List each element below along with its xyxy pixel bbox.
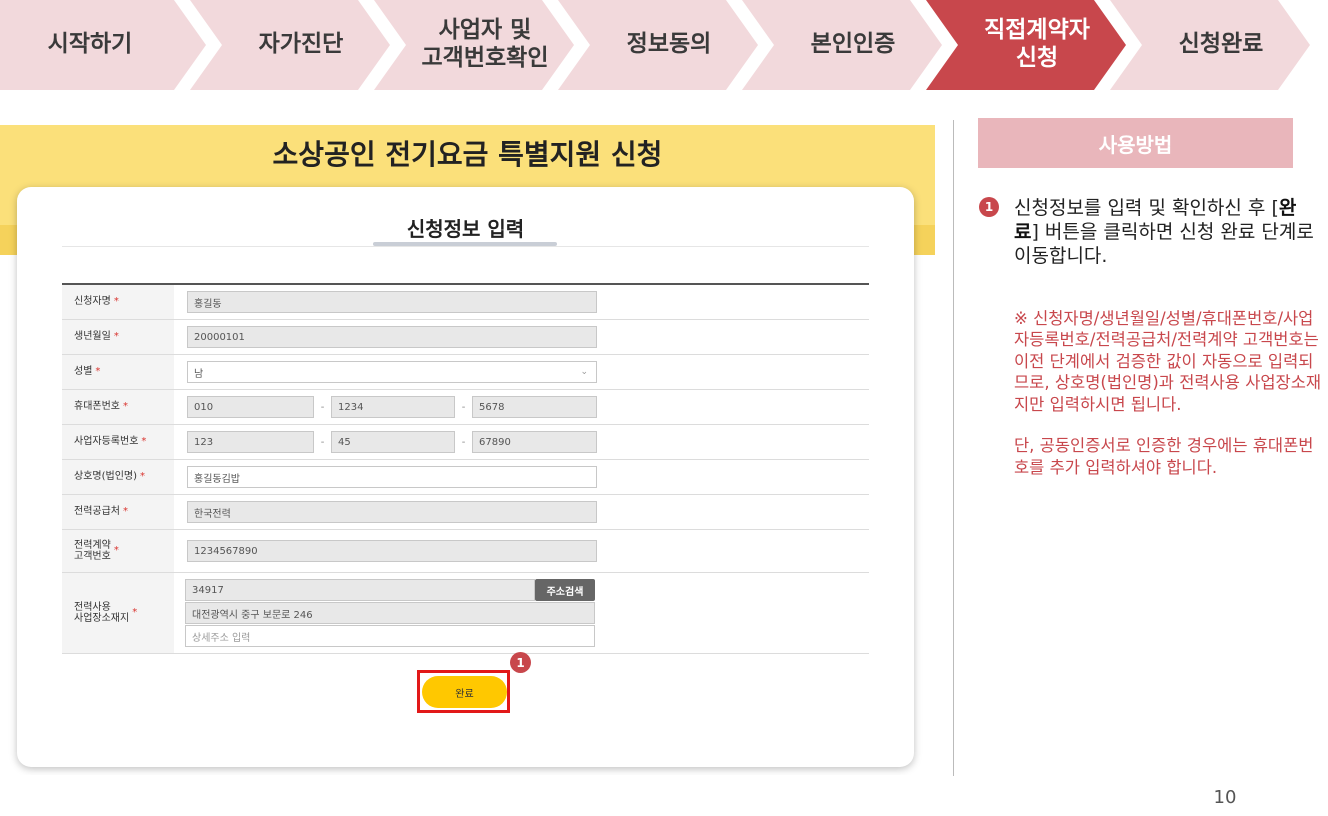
required-mark: * xyxy=(123,401,128,413)
form-row-birth-date: 생년월일 * 20000101 xyxy=(62,320,869,355)
business-reg-label: 사업자등록번호 xyxy=(74,436,139,448)
form-row-applicant-name: 신청자명 * 홍길동 xyxy=(62,285,869,320)
address-search-button[interactable]: 주소검색 xyxy=(535,579,595,601)
separator-dash: - xyxy=(320,436,325,448)
form-row-phone: 휴대폰번호 * 010 - 1234 - 5678 xyxy=(62,390,869,425)
applicant-name-label: 신청자명 xyxy=(74,296,111,308)
application-form: 신청자명 * 홍길동 생년월일 * 20000101 성별 * 남 ⌄ 휴대폰번… xyxy=(62,283,869,654)
birth-date-field[interactable]: 20000101 xyxy=(187,326,597,348)
business-reg-field-3[interactable]: 67890 xyxy=(472,431,597,453)
detail-address-input[interactable]: 상세주소 입력 xyxy=(185,625,595,647)
required-mark: * xyxy=(141,436,147,448)
step-business-check: 사업자 및 고객번호확인 xyxy=(374,0,574,90)
phone-label: 휴대폰번호 xyxy=(74,401,120,413)
form-row-gender: 성별 * 남 ⌄ xyxy=(62,355,869,390)
phone-field-2[interactable]: 1234 xyxy=(331,396,455,418)
required-mark: * xyxy=(95,366,101,378)
application-screen: 소상공인 전기요금 특별지원 신청 신청정보 입력 신청자명 * 홍길동 생년월일… xyxy=(0,125,935,775)
callout-badge-1: 1 xyxy=(510,652,531,673)
step-number-badge: 1 xyxy=(979,197,999,217)
form-row-business-reg: 사업자등록번호 * 123 - 45 - 67890 xyxy=(62,425,869,460)
form-row-power-supplier: 전력공급처 * 한국전력 xyxy=(62,495,869,530)
step-consent: 정보동의 xyxy=(558,0,758,90)
instruction-step-1: 신청정보를 입력 및 확인하신 후 [완료] 버튼을 클릭하면 신청 완료 단계… xyxy=(1014,197,1314,268)
step-direct-contract-application: 직접계약자 신청 xyxy=(926,0,1126,90)
step-identity-verification: 본인인증 xyxy=(742,0,942,90)
power-supplier-label: 전력공급처 xyxy=(74,506,120,518)
required-mark: * xyxy=(113,296,119,308)
zipcode-group: 34917 주소검색 xyxy=(185,579,595,601)
address-label: 전력사용 사업장소재지 xyxy=(74,601,130,625)
application-form-card: 신청정보 입력 신청자명 * 홍길동 생년월일 * 20000101 성별 * 남 ⌄ xyxy=(17,187,914,767)
required-mark: * xyxy=(132,607,138,619)
separator-dash: - xyxy=(461,436,466,448)
zipcode-field[interactable]: 34917 xyxy=(185,579,535,601)
form-row-address: 전력사용 사업장소재지 * 34917 주소검색 대전광역시 중구 보문로 246… xyxy=(62,573,869,654)
step-self-diagnosis: 자가진단 xyxy=(190,0,390,90)
company-name-field[interactable]: 홍길동김밥 xyxy=(187,466,597,488)
card-title: 신청정보 입력 xyxy=(406,217,525,241)
power-supplier-field[interactable]: 한국전력 xyxy=(187,501,597,523)
gender-label: 성별 xyxy=(74,366,93,378)
required-mark: * xyxy=(123,506,128,518)
business-reg-field-2[interactable]: 45 xyxy=(331,431,455,453)
applicant-name-field[interactable]: 홍길동 xyxy=(187,291,597,313)
page-title: 소상공인 전기요금 특별지원 신청 xyxy=(272,138,663,171)
gender-selected-value: 남 xyxy=(194,368,204,380)
customer-number-field[interactable]: 1234567890 xyxy=(187,540,597,562)
chevron-down-icon: ⌄ xyxy=(580,367,588,377)
card-divider xyxy=(62,246,869,247)
required-mark: * xyxy=(140,471,146,483)
form-row-customer-number: 전력계약 고객번호 * 1234567890 xyxy=(62,530,869,573)
page-number: 10 xyxy=(1213,787,1237,808)
vertical-divider xyxy=(953,120,954,776)
company-name-label: 상호명(법인명) xyxy=(74,471,138,483)
required-mark: * xyxy=(113,545,119,557)
gender-select[interactable]: 남 ⌄ xyxy=(187,361,597,383)
step-start: 시작하기 xyxy=(0,0,206,90)
business-reg-field-1[interactable]: 123 xyxy=(187,431,314,453)
phone-field-3[interactable]: 5678 xyxy=(472,396,597,418)
separator-dash: - xyxy=(320,401,325,413)
note-certificate: 단, 공동인증서로 인증한 경우에는 휴대폰번호를 추가 입력하셔야 합니다. xyxy=(1014,436,1314,477)
birth-date-label: 생년월일 xyxy=(74,331,111,343)
step-application-complete: 신청완료 xyxy=(1110,0,1310,90)
done-button[interactable]: 완료 xyxy=(422,676,507,708)
form-row-company-name: 상호명(법인명) * 홍길동김밥 xyxy=(62,460,869,495)
road-address-field[interactable]: 대전광역시 중구 보문로 246 xyxy=(185,602,595,624)
instructions-header: 사용방법 xyxy=(978,118,1293,168)
customer-number-label: 전력계약 고객번호 xyxy=(74,539,111,563)
step-progress-bar: 시작하기 자가진단 사업자 및 고객번호확인 정보동의 본인인증 직접계약자 신… xyxy=(0,0,1328,90)
phone-field-1[interactable]: 010 xyxy=(187,396,314,418)
instruction-note: ※ 신청자명/생년월일/성별/휴대폰번호/사업자등록번호/전력공급처/전력계약 … xyxy=(1014,308,1326,478)
separator-dash: - xyxy=(461,401,466,413)
required-mark: * xyxy=(113,331,119,343)
note-auto-filled: ※ 신청자명/생년월일/성별/휴대폰번호/사업자등록번호/전력공급처/전력계약 … xyxy=(1014,309,1322,414)
